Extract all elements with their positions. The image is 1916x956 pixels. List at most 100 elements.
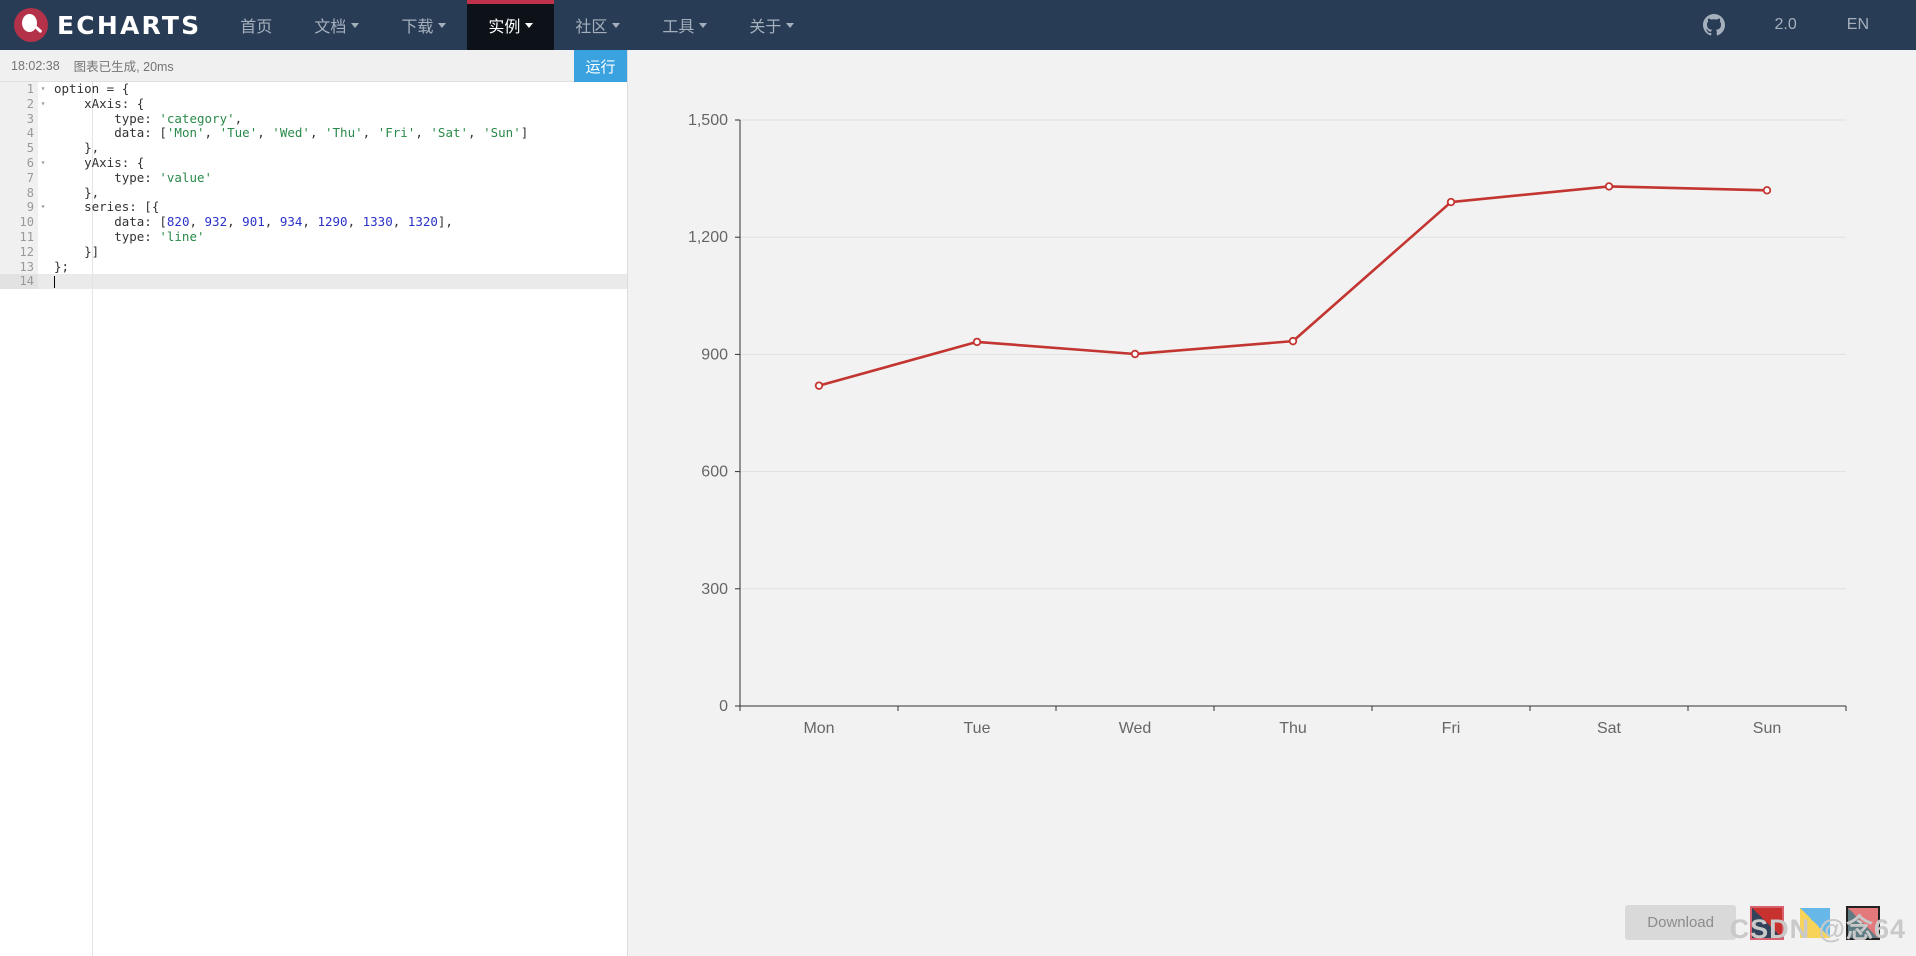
language-label: EN <box>1846 16 1869 33</box>
code-line[interactable]: 10 data: [820, 932, 901, 934, 1290, 1330… <box>0 214 627 230</box>
code-line[interactable]: 3 type: 'category', <box>0 110 627 127</box>
x-axis-label: Fri <box>1442 720 1461 737</box>
code-editor[interactable]: 1 ▾ option = {2 ▾ xAxis: {3 type: 'category… <box>0 82 627 956</box>
brand-text: ECHARTS <box>57 10 202 40</box>
line-number: 12 <box>0 244 38 260</box>
nav-item-community[interactable]: 社区 <box>554 0 641 50</box>
github-icon[interactable] <box>1678 14 1750 36</box>
main-content: 18:02:38 图表已生成, 20ms 运行 1 ▾ option = {2 ▾ x… <box>0 50 1916 956</box>
chart-background <box>628 50 1916 956</box>
download-button[interactable]: Download <box>1625 905 1736 940</box>
nav-item-about[interactable]: 关于 <box>728 0 815 50</box>
code-line[interactable]: 9 ▾ series: [{ <box>0 199 627 216</box>
data-point[interactable] <box>1130 349 1140 359</box>
code-line[interactable]: 14 <box>0 274 627 290</box>
navbar-right-group: 2.0 EN <box>1678 0 1916 50</box>
top-navbar: ECHARTS 首页 文档 下载 实例 社区 工具 关于 2.0 EN <box>0 0 1916 50</box>
line-chart[interactable]: 0 300 600 900 1,200 1,500 Mon Tue Wed Thu Fri Sat Su… <box>628 50 1916 956</box>
y-axis-label: 0 <box>719 698 728 715</box>
nav-item-label: 首页 <box>240 19 273 36</box>
code-text: option = { <box>54 82 130 96</box>
line-number: 3 <box>0 111 38 127</box>
code-text: xAxis: { <box>54 95 145 111</box>
chart-svg: 0 300 600 900 1,200 1,500 Mon Tue Wed Thu Fri Sat Su… <box>628 50 1916 956</box>
data-point[interactable] <box>1762 186 1772 195</box>
language-selector[interactable]: EN <box>1822 16 1894 34</box>
data-point[interactable] <box>1446 197 1456 207</box>
code-line[interactable]: 13}; <box>0 258 627 275</box>
run-button[interactable]: 运行 <box>574 50 627 82</box>
text-caret <box>54 275 55 288</box>
nav-item-tools[interactable]: 工具 <box>641 0 728 50</box>
line-number: 4 <box>0 126 38 142</box>
nav-item-label: 关于 <box>749 19 782 36</box>
x-axis-label: Wed <box>1119 720 1152 737</box>
line-number: 13 <box>0 259 38 275</box>
theme-swatch-light[interactable] <box>1798 906 1832 940</box>
code-line[interactable]: 8 }, <box>0 185 627 201</box>
code-line[interactable]: 11 type: 'line' <box>0 228 627 245</box>
fold-toggle-icon[interactable]: ▾ <box>38 97 48 112</box>
nav-item-download[interactable]: 下载 <box>380 0 467 50</box>
line-number: 10 <box>0 215 38 230</box>
run-timestamp: 18:02:38 <box>11 58 60 73</box>
line-number: 11 <box>0 229 38 245</box>
code-text: }; <box>54 258 70 274</box>
code-line[interactable]: 6 ▾ yAxis: { <box>0 154 627 171</box>
brand-logo[interactable]: ECHARTS <box>0 0 219 50</box>
chart-controls: Download <box>1625 905 1880 940</box>
code-line[interactable]: 5 }, <box>0 140 627 156</box>
x-axis-label: Tue <box>964 720 991 737</box>
theme-swatch-default-icon <box>1752 907 1782 938</box>
data-point[interactable] <box>814 381 824 390</box>
line-number: 14 <box>0 274 38 290</box>
fold-toggle-icon[interactable]: ▾ <box>38 82 48 97</box>
y-axis-label: 1,200 <box>688 229 728 246</box>
run-status-group: 18:02:38 图表已生成, 20ms <box>0 56 174 75</box>
nav-item-docs[interactable]: 文档 <box>293 0 380 50</box>
data-point[interactable] <box>972 337 982 347</box>
fold-toggle-icon[interactable]: ▾ <box>38 200 48 215</box>
chevron-down-icon <box>699 22 708 28</box>
data-point[interactable] <box>1604 182 1614 191</box>
code-text: yAxis: { <box>54 154 145 170</box>
fold-toggle-icon[interactable]: ▾ <box>38 156 48 171</box>
code-lines: 1 ▾ option = {2 ▾ xAxis: {3 type: 'category… <box>0 82 627 290</box>
theme-swatch-dark-icon <box>1848 907 1878 938</box>
editor-pane: 18:02:38 图表已生成, 20ms 运行 1 ▾ option = {2 ▾ x… <box>0 50 628 956</box>
code-line[interactable]: 1 ▾ option = { <box>0 82 627 97</box>
code-text: }] <box>54 243 100 259</box>
code-line[interactable]: 7 type: 'value' <box>0 170 627 186</box>
x-axis-label: Sat <box>1597 720 1622 737</box>
version-label: 2.0 <box>1774 16 1797 33</box>
data-point[interactable] <box>1288 336 1298 346</box>
code-text: type: 'line' <box>54 228 205 244</box>
x-axis-label: Thu <box>1279 720 1307 737</box>
chevron-down-icon <box>525 22 534 28</box>
nav-item-label: 下载 <box>401 19 434 36</box>
chevron-down-icon <box>612 22 621 28</box>
theme-swatch-default[interactable] <box>1750 905 1784 940</box>
nav-item-home[interactable]: 首页 <box>219 0 293 50</box>
echarts-logo-icon <box>14 8 48 42</box>
line-number: 2 <box>0 96 38 112</box>
line-number: 9 <box>0 200 38 216</box>
line-number: 5 <box>0 141 38 156</box>
run-status-text: 图表已生成, 20ms <box>73 60 174 74</box>
nav-item-label: 社区 <box>575 19 608 36</box>
code-text: data: [820, 932, 901, 934, 1290, 1330, 1… <box>54 214 453 230</box>
code-text: }, <box>54 140 100 156</box>
version-selector[interactable]: 2.0 <box>1750 16 1822 34</box>
code-line[interactable]: 4 data: ['Mon', 'Tue', 'Wed', 'Thu', 'Fr… <box>0 125 627 142</box>
run-button-label: 运行 <box>585 58 616 76</box>
y-axis-label: 1,500 <box>688 112 728 129</box>
code-text: data: ['Mon', 'Tue', 'Wed', 'Thu', 'Fri'… <box>54 125 529 141</box>
code-line[interactable]: 2 ▾ xAxis: { <box>0 95 627 112</box>
nav-item-examples[interactable]: 实例 <box>467 0 555 50</box>
nav-item-label: 文档 <box>314 19 347 36</box>
code-text: type: 'category', <box>54 110 243 126</box>
code-line[interactable]: 12 }] <box>0 243 627 260</box>
nav-item-label: 工具 <box>662 19 695 36</box>
line-number: 8 <box>0 185 38 201</box>
theme-swatch-dark[interactable] <box>1846 905 1880 940</box>
